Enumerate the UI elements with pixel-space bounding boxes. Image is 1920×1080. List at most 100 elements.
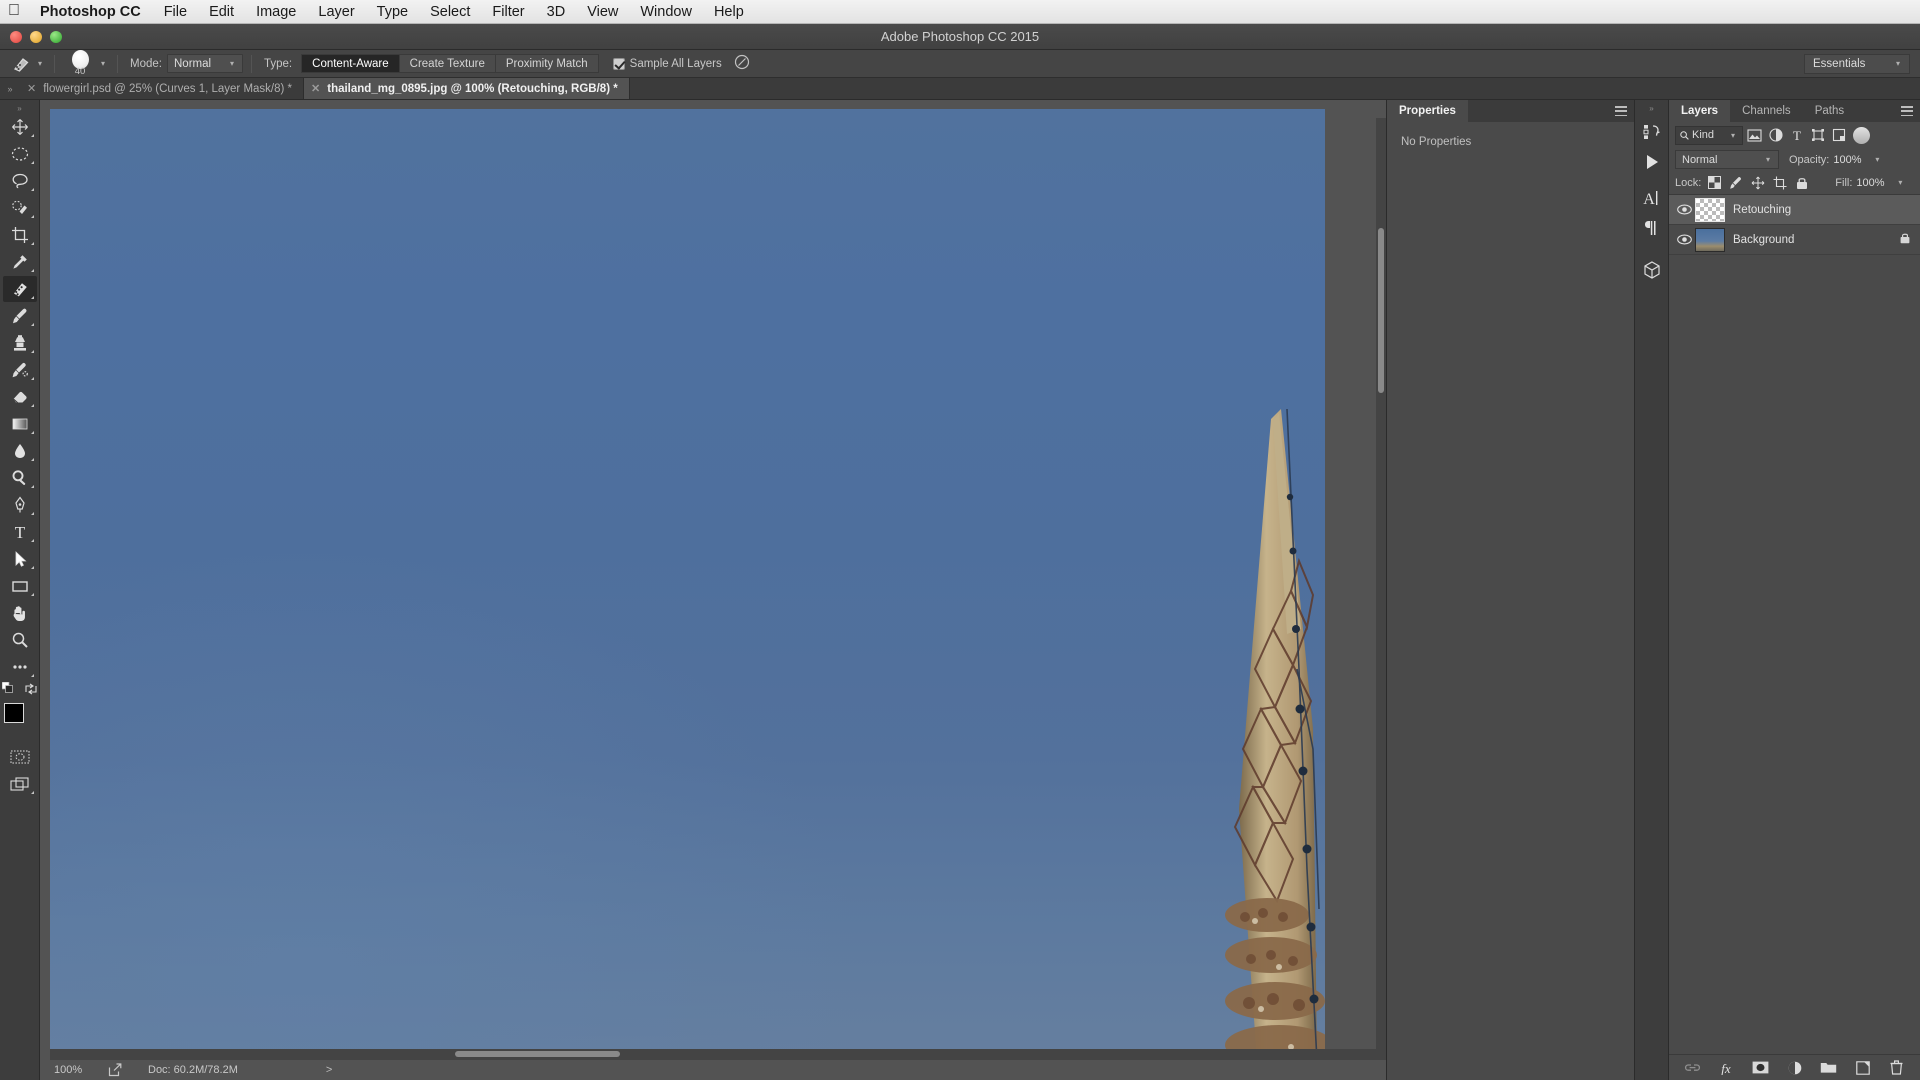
zoom-tool[interactable]: [3, 627, 37, 653]
eyedropper-tool[interactable]: [3, 249, 37, 275]
menu-item-select[interactable]: Select: [419, 4, 481, 20]
toolbar-drag-handle[interactable]: »: [0, 102, 39, 114]
opacity-value[interactable]: 100%: [1833, 154, 1867, 166]
foreground-color-swatch[interactable]: [3, 703, 24, 723]
sample-all-layers-checkbox[interactable]: Sample All Layers: [612, 57, 722, 70]
menu-item-help[interactable]: Help: [703, 4, 755, 20]
filter-toggle[interactable]: [1853, 126, 1870, 144]
color-swatches[interactable]: [3, 702, 37, 736]
fill-value[interactable]: 100%: [1856, 177, 1890, 189]
layer-visibility-toggle[interactable]: [1673, 204, 1695, 215]
layer-row-retouching[interactable]: Retouching: [1669, 195, 1920, 225]
lock-artboard-icon[interactable]: [1771, 174, 1789, 192]
lock-position-icon[interactable]: [1749, 174, 1767, 192]
lock-all-icon[interactable]: [1793, 174, 1811, 192]
pressure-for-size-icon[interactable]: [734, 54, 750, 73]
type-create-texture-button[interactable]: Create Texture: [398, 54, 495, 73]
shape-layers-filter-icon[interactable]: [1808, 126, 1827, 145]
rail-drag-handle[interactable]: »: [1649, 104, 1653, 118]
new-group-icon[interactable]: [1820, 1059, 1838, 1077]
menu-item-3d[interactable]: 3D: [536, 4, 577, 20]
layer-row-background[interactable]: Background: [1669, 225, 1920, 255]
dodge-tool[interactable]: [3, 465, 37, 491]
brush-picker-chevron-icon[interactable]: ▾: [101, 59, 105, 68]
add-layer-mask-icon[interactable]: [1752, 1059, 1770, 1077]
type-layers-filter-icon[interactable]: T: [1787, 126, 1806, 145]
move-tool[interactable]: [3, 114, 37, 140]
path-selection-tool[interactable]: [3, 546, 37, 572]
3d-panel-icon[interactable]: [1638, 256, 1666, 284]
rectangle-tool[interactable]: [3, 573, 37, 599]
eraser-tool[interactable]: [3, 384, 37, 410]
hand-tool[interactable]: [3, 600, 37, 626]
share-icon[interactable]: [108, 1063, 142, 1077]
screen-mode-icon[interactable]: [3, 771, 37, 797]
clone-stamp-tool[interactable]: [3, 330, 37, 356]
canvas-stage[interactable]: [50, 109, 1386, 1049]
tab-overflow-icon[interactable]: »: [0, 78, 20, 99]
menu-item-type[interactable]: Type: [366, 4, 419, 20]
document-tab-flowergirl[interactable]: ✕ flowergirl.psd @ 25% (Curves 1, Layer …: [20, 78, 305, 99]
paragraph-panel-icon[interactable]: [1638, 214, 1666, 242]
link-layers-icon[interactable]: [1684, 1059, 1702, 1077]
tab-paths[interactable]: Paths: [1803, 100, 1856, 122]
layer-blend-mode-select[interactable]: Normal ▾: [1675, 150, 1779, 169]
menu-item-window[interactable]: Window: [629, 4, 703, 20]
brush-tool[interactable]: [3, 303, 37, 329]
type-proximity-match-button[interactable]: Proximity Match: [494, 54, 599, 73]
menu-app-name[interactable]: Photoshop CC: [28, 4, 153, 20]
new-layer-icon[interactable]: [1854, 1059, 1872, 1077]
brush-preview[interactable]: 40: [63, 49, 97, 77]
canvas-vertical-scrollbar[interactable]: [1376, 118, 1386, 1049]
new-adjustment-layer-icon[interactable]: [1786, 1059, 1804, 1077]
lock-image-pixels-icon[interactable]: [1727, 174, 1745, 192]
status-expand-icon[interactable]: >: [326, 1064, 332, 1076]
close-icon[interactable]: ✕: [311, 82, 320, 95]
layer-visibility-toggle[interactable]: [1673, 234, 1695, 245]
layer-thumbnail[interactable]: [1695, 227, 1725, 252]
layer-thumbnail[interactable]: [1695, 197, 1725, 222]
tab-layers[interactable]: Layers: [1669, 100, 1731, 122]
lasso-tool[interactable]: [3, 168, 37, 194]
smart-object-filter-icon[interactable]: [1829, 126, 1848, 145]
layer-name[interactable]: Background: [1733, 234, 1900, 246]
history-panel-icon[interactable]: [1638, 118, 1666, 146]
panel-menu-icon[interactable]: [1901, 106, 1913, 116]
apple-logo-icon[interactable]: : [0, 2, 28, 21]
menu-item-image[interactable]: Image: [245, 4, 307, 20]
delete-layer-icon[interactable]: [1888, 1059, 1906, 1077]
canvas-horizontal-scrollbar[interactable]: [50, 1049, 1386, 1060]
spot-healing-brush-tool[interactable]: [2, 276, 37, 302]
default-colors-icon[interactable]: [1, 682, 16, 696]
document-image[interactable]: [50, 109, 1325, 1049]
workspace-select[interactable]: Essentials ▾: [1804, 53, 1910, 74]
scrollbar-thumb[interactable]: [1378, 228, 1384, 393]
adjustment-layers-filter-icon[interactable]: [1766, 126, 1785, 145]
opacity-chevron-icon[interactable]: ▾: [1875, 155, 1879, 164]
menu-item-edit[interactable]: Edit: [198, 4, 245, 20]
tab-channels[interactable]: Channels: [1730, 100, 1803, 122]
blend-mode-select[interactable]: Normal ▾: [167, 54, 243, 73]
type-tool[interactable]: T: [3, 519, 37, 545]
fill-chevron-icon[interactable]: ▾: [1898, 178, 1902, 187]
pen-tool[interactable]: [3, 492, 37, 518]
menu-item-view[interactable]: View: [576, 4, 629, 20]
tab-properties[interactable]: Properties: [1387, 100, 1468, 122]
quick-mask-mode-icon[interactable]: [3, 744, 37, 770]
swap-colors-icon[interactable]: [24, 682, 38, 696]
tool-preset-chevron-icon[interactable]: ▾: [38, 59, 42, 68]
blur-tool[interactable]: [3, 438, 37, 464]
history-brush-tool[interactable]: [3, 357, 37, 383]
scrollbar-thumb[interactable]: [455, 1051, 620, 1057]
edit-toolbar-tool[interactable]: [3, 654, 37, 680]
panel-menu-icon[interactable]: [1615, 106, 1627, 116]
layer-name[interactable]: Retouching: [1733, 204, 1920, 216]
menu-item-file[interactable]: File: [153, 4, 198, 20]
type-content-aware-button[interactable]: Content-Aware: [301, 54, 399, 73]
spot-healing-brush-icon[interactable]: [8, 53, 34, 75]
quick-selection-tool[interactable]: [3, 195, 37, 221]
gradient-tool[interactable]: [3, 411, 37, 437]
pixel-layers-filter-icon[interactable]: [1745, 126, 1764, 145]
menu-item-filter[interactable]: Filter: [481, 4, 535, 20]
elliptical-marquee-tool[interactable]: [3, 141, 37, 167]
